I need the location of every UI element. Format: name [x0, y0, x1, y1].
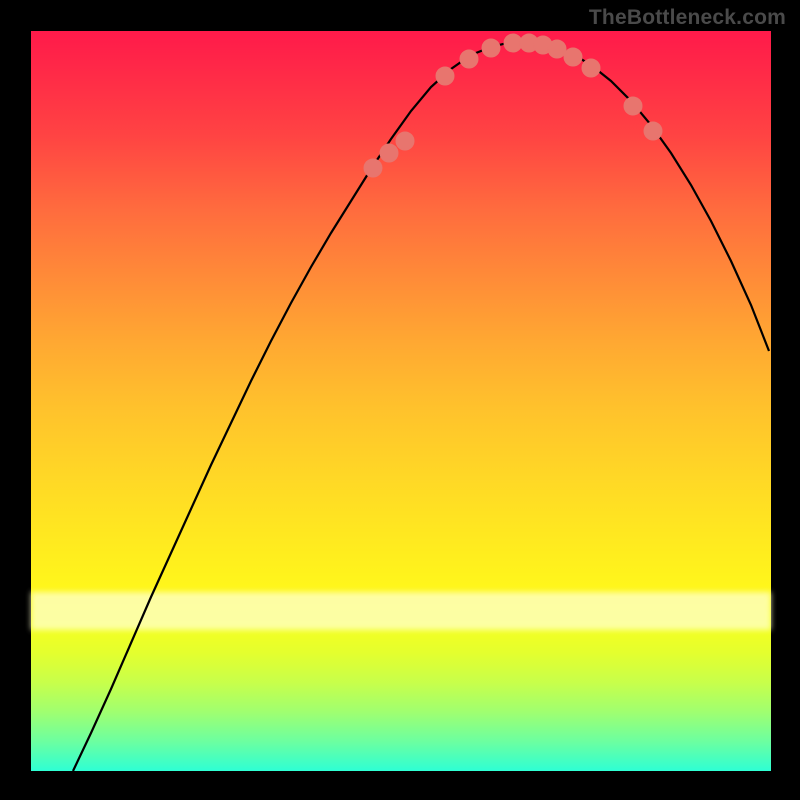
chart-frame: TheBottleneck.com [0, 0, 800, 800]
highlight-dot [548, 40, 566, 58]
highlight-dot [644, 122, 662, 140]
bottleneck-curve [73, 41, 769, 771]
highlight-dots-group [364, 34, 662, 177]
highlight-dot [482, 39, 500, 57]
highlight-dot [396, 132, 414, 150]
highlight-dot [364, 159, 382, 177]
highlight-dot [624, 97, 642, 115]
highlight-dot [564, 48, 582, 66]
highlight-dot [582, 59, 600, 77]
highlight-dot [460, 50, 478, 68]
highlight-dot [380, 144, 398, 162]
highlight-dot [436, 67, 454, 85]
highlight-dot [504, 34, 522, 52]
watermark-text: TheBottleneck.com [589, 6, 786, 30]
curve-svg [31, 31, 771, 771]
